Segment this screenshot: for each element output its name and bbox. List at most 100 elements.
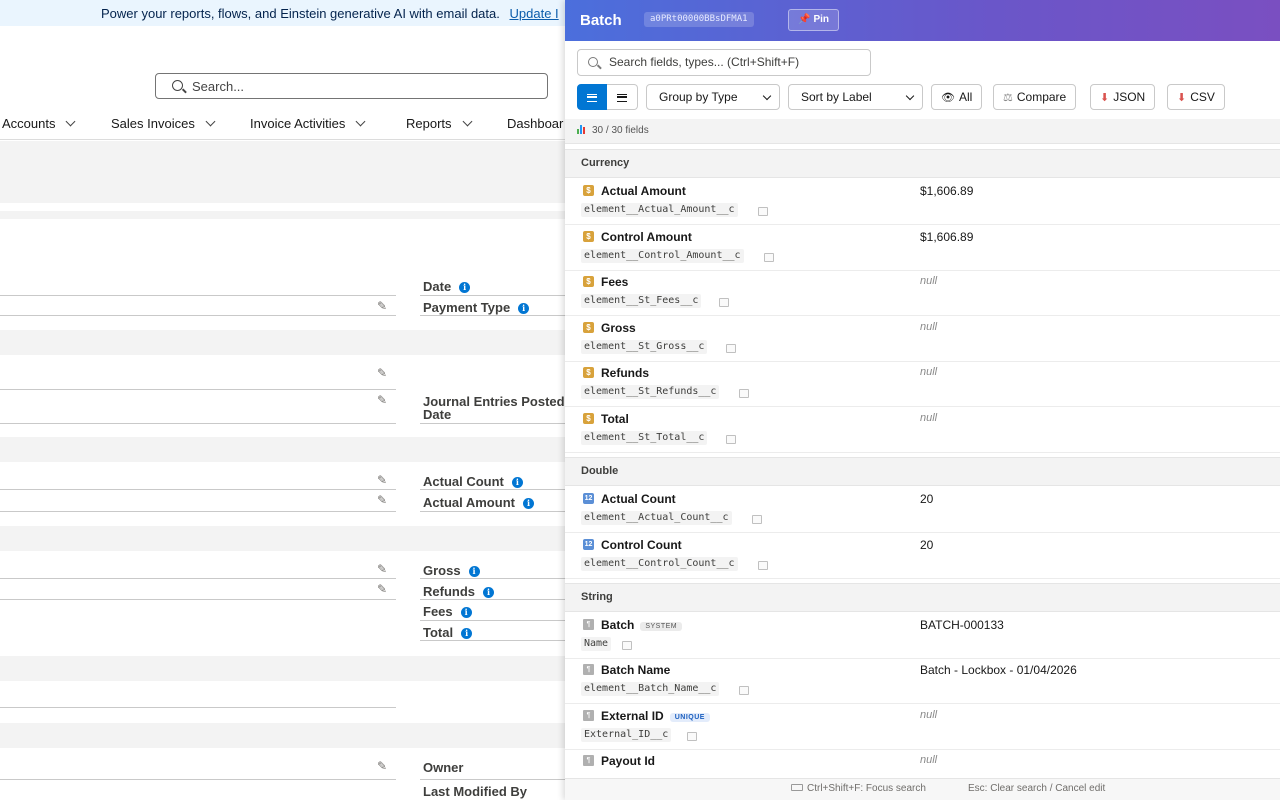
pin-button[interactable]: 📌 Pin: [788, 9, 840, 31]
nav-item-sales-invoices[interactable]: Sales Invoices: [111, 116, 216, 131]
copy-icon[interactable]: [726, 435, 736, 444]
field-row[interactable]: 12 Actual Count element__Actual_Count__c…: [565, 487, 1280, 533]
copy-icon[interactable]: [764, 253, 774, 262]
field-value[interactable]: BATCH-000133: [920, 618, 1004, 632]
export-json-button[interactable]: ⬇ JSON: [1090, 84, 1156, 110]
field-row[interactable]: ¶ Batch Name element__Batch_Name__c Batc…: [565, 658, 1280, 704]
info-icon[interactable]: i: [522, 498, 534, 509]
edit-pencil-icon[interactable]: ✎: [377, 394, 389, 406]
chevron-down-icon[interactable]: [66, 116, 76, 127]
currency-type-icon: $: [583, 185, 594, 196]
export-csv-button[interactable]: ⬇ CSV: [1167, 84, 1225, 110]
number-type-icon: 12: [583, 493, 594, 504]
field-api-name: element__St_Gross__c: [581, 340, 708, 354]
banner-update-link[interactable]: Update I: [510, 6, 559, 21]
view-toggle-list-button[interactable]: [577, 84, 607, 110]
field-label-journal-entries: Journal Entries Posted Date: [423, 395, 565, 421]
copy-icon[interactable]: [758, 207, 768, 216]
field-value[interactable]: null: [920, 709, 937, 721]
copy-icon[interactable]: [752, 515, 762, 524]
field-label: Actual Amount: [601, 184, 686, 198]
field-value[interactable]: 20: [920, 492, 933, 506]
info-icon[interactable]: i: [518, 303, 530, 314]
section-divider: [0, 330, 566, 355]
edit-pencil-icon[interactable]: ✎: [377, 474, 389, 486]
nav-item-dashboards[interactable]: Dashboar: [507, 116, 563, 131]
copy-icon[interactable]: [739, 389, 749, 398]
copy-icon[interactable]: [622, 641, 632, 650]
chevron-down-icon: [905, 91, 915, 101]
edit-pencil-icon[interactable]: ✎: [377, 300, 389, 312]
field-value[interactable]: $1,606.89: [920, 184, 973, 198]
nav-item-accounts[interactable]: Accounts: [2, 116, 76, 131]
field-value[interactable]: 20: [920, 538, 933, 552]
sort-by-select[interactable]: Sort by Label: [788, 84, 923, 110]
field-row[interactable]: $ Control Amount element__Control_Amount…: [565, 225, 1280, 271]
field-row[interactable]: 12 Control Count element__Control_Count_…: [565, 533, 1280, 579]
chevron-down-icon[interactable]: [462, 116, 472, 127]
copy-icon[interactable]: [758, 561, 768, 570]
edit-pencil-icon[interactable]: ✎: [377, 563, 389, 575]
info-icon[interactable]: i: [483, 587, 494, 598]
view-toggle-compact-button[interactable]: [607, 84, 638, 110]
copy-icon[interactable]: [726, 344, 736, 353]
field-divider: [0, 578, 396, 579]
field-divider: [420, 489, 566, 490]
group-header-string[interactable]: String: [565, 583, 1280, 612]
field-row[interactable]: $ Fees element__St_Fees__c null: [565, 270, 1280, 316]
field-value[interactable]: $1,606.89: [920, 230, 973, 244]
chevron-down-icon[interactable]: [355, 116, 366, 127]
edit-pencil-icon[interactable]: ✎: [377, 760, 389, 772]
field-search-input[interactable]: Search fields, types... (Ctrl+Shift+F): [577, 49, 871, 76]
info-icon[interactable]: i: [461, 628, 473, 639]
nav-item-reports[interactable]: Reports: [406, 116, 472, 131]
info-icon[interactable]: i: [468, 566, 480, 577]
field-label: Gross: [601, 321, 636, 335]
label-text: Fees: [423, 604, 453, 619]
focus-search-hint: Ctrl+Shift+F: Focus search: [791, 779, 926, 799]
chevron-down-icon: [762, 91, 772, 101]
field-divider: [420, 315, 566, 316]
field-value[interactable]: null: [920, 321, 937, 333]
info-icon[interactable]: i: [460, 607, 472, 618]
record-id-badge[interactable]: a0PRt00000BBsDFMA1: [644, 12, 754, 27]
info-icon[interactable]: i: [511, 477, 523, 488]
compare-button[interactable]: ⚖ Compare: [993, 84, 1077, 110]
field-divider: [0, 295, 396, 296]
nav-item-invoice-activities[interactable]: Invoice Activities: [250, 116, 366, 131]
show-all-button[interactable]: 👁 All: [931, 84, 983, 110]
copy-icon[interactable]: [687, 732, 697, 741]
pin-label: Pin: [813, 14, 830, 25]
global-search-input[interactable]: Search...: [155, 73, 548, 99]
edit-pencil-icon[interactable]: ✎: [377, 367, 389, 379]
edit-pencil-icon[interactable]: ✎: [377, 583, 389, 595]
field-value[interactable]: Batch - Lockbox - 01/04/2026: [920, 663, 1077, 677]
label-text: Owner: [423, 760, 464, 775]
copy-icon[interactable]: [719, 298, 729, 307]
bar-chart-icon: [577, 125, 587, 134]
field-divider: [420, 779, 566, 780]
field-row[interactable]: $ Refunds element__St_Refunds__c null: [565, 361, 1280, 407]
field-row[interactable]: $ Actual Amount element__Actual_Amount__…: [565, 179, 1280, 225]
edit-pencil-icon[interactable]: ✎: [377, 494, 389, 506]
field-row[interactable]: $ Gross element__St_Gross__c null: [565, 316, 1280, 362]
field-value[interactable]: null: [920, 412, 937, 424]
field-divider: [0, 389, 396, 390]
info-icon[interactable]: i: [459, 282, 471, 293]
copy-icon[interactable]: [739, 686, 749, 695]
field-row[interactable]: ¶ External ID UNIQUE External_ID__c null: [565, 704, 1280, 750]
field-divider: [420, 295, 566, 296]
group-header-currency[interactable]: Currency: [565, 149, 1280, 178]
group-by-select[interactable]: Group by Type: [646, 84, 780, 110]
field-value[interactable]: null: [920, 754, 937, 766]
group-header-double[interactable]: Double: [565, 457, 1280, 486]
chevron-down-icon[interactable]: [205, 116, 216, 127]
field-value[interactable]: null: [920, 366, 937, 378]
label-text: Date: [423, 407, 452, 422]
field-api-name: element__Control_Count__c: [581, 557, 738, 571]
clear-search-hint: Esc: Clear search / Cancel edit: [968, 783, 1106, 794]
field-value[interactable]: null: [920, 275, 937, 287]
field-row[interactable]: ¶ Batch SYSTEM Name BATCH-000133: [565, 613, 1280, 659]
nav-label: Dashboar: [507, 116, 564, 131]
field-row[interactable]: $ Total element__St_Total__c null: [565, 407, 1280, 453]
